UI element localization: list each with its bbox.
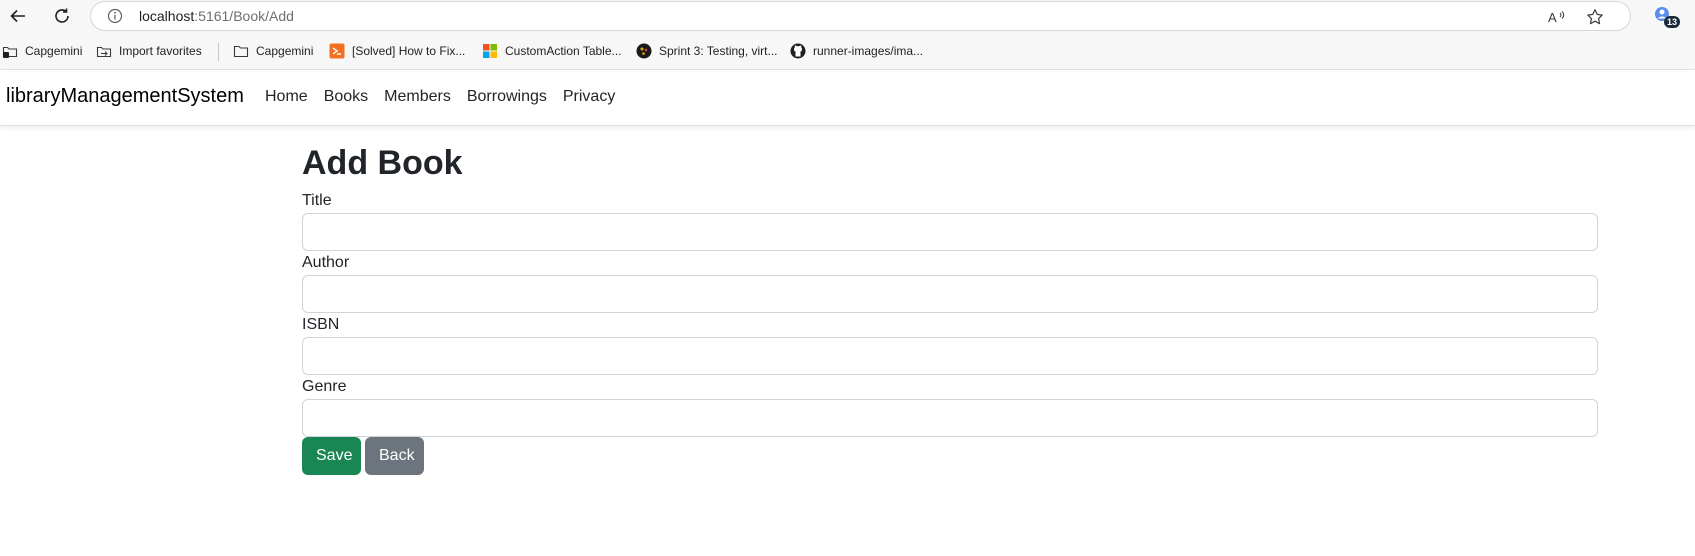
isbn-input[interactable] (302, 337, 1598, 375)
title-input[interactable] (302, 213, 1598, 251)
nav-books[interactable]: Books (324, 88, 368, 106)
import-favorites-icon (96, 43, 112, 59)
title-label: Title (302, 192, 332, 209)
brand-link[interactable]: libraryManagementSystem (6, 85, 244, 108)
nav-members[interactable]: Members (384, 88, 451, 106)
nav-privacy[interactable]: Privacy (563, 88, 615, 106)
nav-home[interactable]: Home (265, 88, 308, 106)
site-icon (329, 43, 345, 59)
info-icon[interactable] (107, 8, 123, 24)
bookmark-sprint[interactable]: Sprint 3: Testing, virt... (636, 42, 778, 60)
isbn-label: ISBN (302, 316, 340, 333)
microsoft-icon (482, 43, 498, 59)
save-button[interactable]: Save (302, 437, 361, 475)
browser-toolbar: localhost:5161/Book/Add A 13 (0, 0, 1695, 32)
bookmark-label: Import favorites (119, 44, 202, 58)
capgemini-folder-icon (2, 43, 18, 59)
page-title: Add Book (302, 144, 463, 182)
bookmarks-bar: Capgemini Import favorites Capgemini [So… (0, 32, 1695, 70)
bookmark-label: Capgemini (25, 44, 83, 58)
read-aloud-icon[interactable]: A (1547, 7, 1567, 27)
url-text[interactable]: localhost:5161/Book/Add (139, 8, 294, 24)
bookmark-capgemini[interactable]: Capgemini (2, 42, 82, 60)
author-label: Author (302, 254, 350, 271)
bookmark-label: Sprint 3: Testing, virt... (659, 44, 778, 58)
author-input[interactable] (302, 275, 1598, 313)
bookmark-customaction[interactable]: CustomAction Table... (482, 42, 622, 60)
bookmark-import-favorites[interactable]: Import favorites (96, 42, 202, 60)
reload-icon[interactable] (50, 4, 74, 28)
bookmark-label: [Solved] How to Fix... (352, 44, 466, 58)
bookmark-runner-images[interactable]: runner-images/ima... (790, 42, 923, 60)
bookmarks-divider (218, 43, 219, 61)
bookmark-solved[interactable]: [Solved] How to Fix... (329, 42, 465, 60)
folder-icon (233, 43, 249, 59)
bookmark-label: Capgemini (256, 44, 314, 58)
svg-text:A: A (1548, 10, 1557, 25)
genre-input[interactable] (302, 399, 1598, 437)
app-navbar: libraryManagementSystem Home Books Membe… (0, 70, 1695, 126)
bookmark-capgemini-folder[interactable]: Capgemini (233, 42, 313, 60)
bookmark-label: runner-images/ima... (813, 44, 924, 58)
back-button[interactable]: Back (365, 437, 424, 475)
bookmark-label: CustomAction Table... (505, 44, 622, 58)
address-bar[interactable]: localhost:5161/Book/Add A (90, 1, 1631, 31)
back-arrow-icon[interactable] (6, 4, 30, 28)
nav-borrowings[interactable]: Borrowings (467, 88, 547, 106)
genre-label: Genre (302, 378, 347, 395)
url-path: :5161/Book/Add (194, 8, 294, 24)
star-icon[interactable] (1585, 7, 1605, 27)
url-host: localhost (139, 8, 195, 24)
nav-links: Home Books Members Borrowings Privacy (265, 88, 631, 106)
tab-count-badge: 13 (1664, 16, 1680, 28)
sprint-icon (636, 43, 652, 59)
github-icon (790, 43, 806, 59)
